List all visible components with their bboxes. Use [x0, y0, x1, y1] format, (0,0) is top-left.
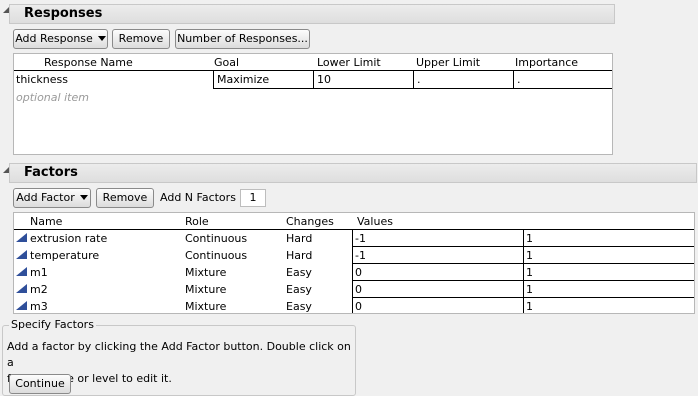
factor-changes-cell[interactable]: Hard [286, 248, 312, 264]
factor-low-value-cell[interactable]: 0 [355, 265, 362, 281]
responses-header[interactable]: Responses [9, 4, 615, 24]
factors-row-divider [14, 229, 694, 230]
factor-role-cell[interactable]: Continuous [185, 231, 247, 247]
factor-name-cell[interactable]: temperature [30, 248, 99, 264]
add-response-label: Add Response [15, 32, 93, 45]
factor-high-value-cell[interactable]: 1 [526, 265, 533, 281]
factor-changes-cell[interactable]: Easy [286, 299, 312, 313]
factor-name-cell[interactable]: m3 [30, 299, 48, 313]
factor-changes-cell[interactable]: Easy [286, 265, 312, 281]
factors-row-divider [352, 280, 694, 281]
factor-low-value-cell[interactable]: 0 [355, 282, 362, 298]
factor-low-value-cell[interactable]: 0 [355, 299, 362, 313]
col-header-name: Name [30, 215, 63, 228]
response-importance-cell[interactable]: . [517, 72, 521, 88]
col-header-values: Values [357, 215, 393, 228]
factors-title: Factors [24, 165, 78, 180]
factor-high-value-cell[interactable]: 1 [526, 231, 533, 247]
continuous-factor-icon [16, 233, 27, 242]
chevron-down-icon [79, 195, 88, 200]
col-header-importance: Importance [515, 56, 579, 69]
factor-changes-cell[interactable]: Hard [286, 231, 312, 247]
response-name-cell[interactable]: thickness [16, 72, 68, 88]
factor-low-value-cell[interactable]: -1 [355, 231, 366, 247]
factor-high-value-cell[interactable]: 1 [526, 299, 533, 313]
col-header-upper-limit: Upper Limit [416, 56, 481, 69]
remove-response-button[interactable]: Remove [112, 29, 170, 49]
remove-factor-button[interactable]: Remove [96, 188, 154, 208]
factors-header[interactable]: Factors [9, 163, 697, 183]
number-of-responses-label: Number of Responses... [177, 32, 308, 45]
factor-high-value-cell[interactable]: 1 [526, 248, 533, 264]
responses-title: Responses [24, 6, 103, 21]
response-upper-limit-cell[interactable]: . [417, 72, 421, 88]
col-header-lower-limit: Lower Limit [317, 56, 381, 69]
responses-table: Response Name Goal Lower Limit Upper Lim… [13, 53, 613, 155]
factors-table: Name Role Changes Values extrusion rate … [13, 212, 695, 314]
continuous-factor-icon [16, 250, 27, 259]
col-header-changes: Changes [286, 215, 334, 228]
factors-col-divider [523, 229, 524, 313]
continuous-factor-icon [16, 267, 27, 276]
col-header-goal: Goal [214, 56, 240, 69]
instructions-line-1: Add a factor by clicking the Add Factor … [7, 340, 351, 369]
factor-name-cell[interactable]: m1 [30, 265, 48, 281]
factor-role-cell[interactable]: Mixture [185, 299, 226, 313]
continue-button[interactable]: Continue [9, 374, 71, 394]
factors-col-divider [352, 229, 353, 313]
optional-item-placeholder[interactable]: optional item [16, 90, 89, 106]
factor-changes-cell[interactable]: Easy [286, 282, 312, 298]
factor-high-value-cell[interactable]: 1 [526, 282, 533, 298]
continue-label: Continue [15, 377, 65, 390]
add-n-factors-label: Add N Factors [160, 191, 236, 204]
responses-col-divider [213, 70, 214, 88]
col-header-role: Role [185, 215, 209, 228]
responses-col-divider [313, 70, 314, 88]
n-factors-value: 1 [249, 191, 257, 204]
add-factor-label: Add Factor [16, 191, 75, 204]
specify-factors-title: Specify Factors [9, 318, 96, 331]
continuous-factor-icon [16, 301, 27, 310]
factors-row-divider [352, 297, 694, 298]
factor-role-cell[interactable]: Mixture [185, 265, 226, 281]
specify-factors-group: Specify Factors Add a factor by clicking… [2, 318, 356, 396]
add-response-button[interactable]: Add Response [13, 29, 108, 49]
factors-row-divider [352, 246, 694, 247]
factor-role-cell[interactable]: Continuous [185, 248, 247, 264]
response-lower-limit-cell[interactable]: 10 [317, 72, 331, 88]
number-of-responses-button[interactable]: Number of Responses... [175, 29, 310, 49]
responses-col-divider [413, 70, 414, 88]
factor-role-cell[interactable]: Mixture [185, 282, 226, 298]
col-header-response-name: Response Name [44, 56, 133, 69]
responses-col-divider [513, 70, 514, 88]
response-goal-cell[interactable]: Maximize [217, 72, 269, 88]
chevron-down-icon [97, 36, 106, 41]
remove-factor-label: Remove [102, 191, 148, 204]
n-factors-input[interactable]: 1 [240, 189, 266, 207]
remove-response-label: Remove [118, 32, 164, 45]
factor-name-cell[interactable]: extrusion rate [30, 231, 107, 247]
add-factor-button[interactable]: Add Factor [13, 188, 91, 208]
factors-row-divider [352, 263, 694, 264]
continuous-factor-icon [16, 284, 27, 293]
factor-low-value-cell[interactable]: -1 [355, 248, 366, 264]
factor-name-cell[interactable]: m2 [30, 282, 48, 298]
responses-row-divider [213, 88, 612, 89]
